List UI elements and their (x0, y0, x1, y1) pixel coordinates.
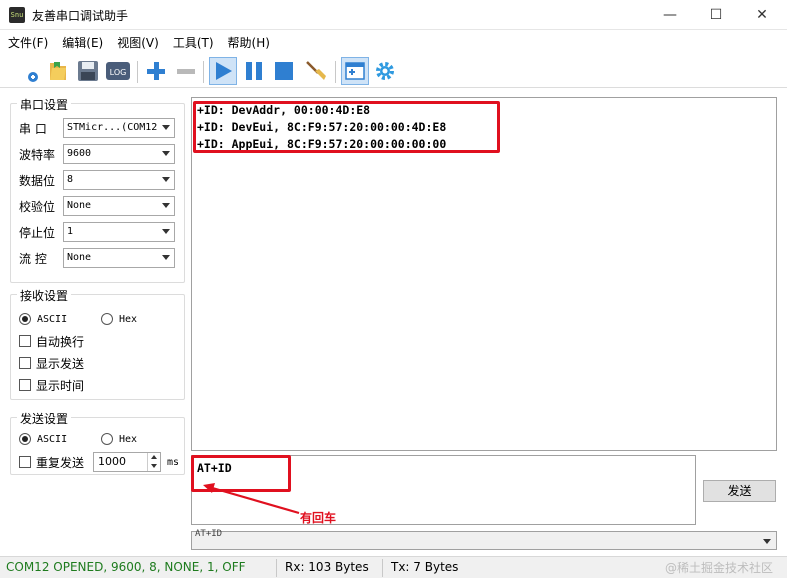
checkbox-icon (19, 456, 31, 468)
status-bar: COM12 OPENED, 9600, 8, NONE, 1, OFF Rx: … (0, 556, 787, 578)
databits-label: 数据位 (19, 173, 56, 188)
annotation-arrow-icon (203, 483, 300, 515)
add-icon[interactable] (142, 57, 170, 85)
tx-count: Tx: 7 Bytes (391, 560, 459, 574)
rx-hex-radio[interactable]: Hex (101, 309, 137, 329)
parity-select[interactable]: None (63, 196, 175, 216)
send-button[interactable]: 发送 (703, 480, 776, 502)
receive-settings-group: 接收设置 ASCII Hex 自动换行 显示发送 显示时间 (10, 287, 185, 400)
title-bar: Snu 友善串口调试助手 — ☐ ✕ (0, 0, 787, 30)
flow-label: 流 控 (19, 251, 47, 266)
stopbits-select[interactable]: 1 (63, 222, 175, 242)
menu-tools[interactable]: 工具(T) (173, 34, 214, 51)
chevron-down-icon (162, 229, 170, 234)
rx-ascii-radio[interactable]: ASCII (19, 309, 67, 329)
serial-settings-title: 串口设置 (17, 96, 72, 113)
repeat-send-checkbox[interactable]: 重复发送 (19, 452, 84, 472)
settings-panel: 串口设置 串 口 STMicr...(COM12 波特率 9600 数据位 8 … (10, 92, 186, 478)
menu-file[interactable]: 文件(F) (8, 34, 48, 51)
pause-icon[interactable] (240, 57, 268, 85)
annotation-label: 有回车 (300, 511, 337, 525)
spin-down-icon[interactable] (148, 462, 160, 471)
menu-help[interactable]: 帮助(H) (228, 34, 270, 51)
auto-wrap-checkbox[interactable]: 自动换行 (19, 331, 84, 351)
databits-select[interactable]: 8 (63, 170, 175, 190)
receive-settings-title: 接收设置 (17, 287, 72, 304)
clear-icon[interactable] (302, 57, 330, 85)
new-icon[interactable] (14, 57, 42, 85)
serial-settings-group: 串口设置 串 口 STMicr...(COM12 波特率 9600 数据位 8 … (10, 96, 185, 283)
connection-status: COM12 OPENED, 9600, 8, NONE, 1, OFF (6, 560, 246, 574)
close-button[interactable]: ✕ (739, 0, 785, 30)
baud-select[interactable]: 9600 (63, 144, 175, 164)
parity-label: 校验位 (19, 199, 56, 214)
svg-text:LOG: LOG (110, 68, 127, 77)
rx-count: Rx: 103 Bytes (285, 560, 369, 574)
baud-label: 波特率 (19, 147, 56, 162)
checkbox-icon (19, 335, 31, 347)
maximize-button[interactable]: ☐ (693, 0, 739, 30)
save-icon[interactable] (74, 57, 102, 85)
port-select[interactable]: STMicr...(COM12 (63, 118, 175, 138)
watermark: @稀土掘金技术社区 (664, 561, 773, 575)
show-send-checkbox[interactable]: 显示发送 (19, 353, 84, 373)
chevron-down-icon (162, 177, 170, 182)
play-icon[interactable] (209, 57, 237, 85)
stop-icon[interactable] (270, 57, 298, 85)
menu-view[interactable]: 视图(V) (117, 34, 159, 51)
checkbox-icon (19, 379, 31, 391)
port-label: 串 口 (19, 121, 47, 136)
app-icon: Snu (9, 7, 25, 23)
radio-selected-icon (19, 433, 31, 445)
send-settings-group: 发送设置 ASCII Hex 重复发送 1000 ms (10, 410, 185, 475)
menu-edit[interactable]: 编辑(E) (62, 34, 103, 51)
radio-selected-icon (19, 313, 31, 325)
chevron-down-icon (162, 151, 170, 156)
tx-ascii-radio[interactable]: ASCII (19, 429, 67, 449)
remove-icon[interactable] (172, 57, 200, 85)
open-icon[interactable] (44, 57, 72, 85)
interval-unit: ms (167, 456, 180, 468)
settings-icon[interactable] (371, 57, 399, 85)
window-title: 友善串口调试助手 (32, 9, 129, 23)
highlight-box (193, 101, 500, 153)
toolbar: LOG (0, 54, 787, 88)
chevron-down-icon (162, 255, 170, 260)
chevron-down-icon (763, 539, 771, 544)
interval-input[interactable]: 1000 (93, 452, 161, 472)
minimize-button[interactable]: — (647, 0, 693, 30)
spin-up-icon[interactable] (148, 453, 160, 462)
checkbox-icon (19, 357, 31, 369)
radio-icon (101, 313, 113, 325)
stopbits-label: 停止位 (19, 225, 56, 240)
log-icon[interactable]: LOG (104, 57, 132, 85)
chevron-down-icon (162, 203, 170, 208)
window-icon[interactable] (341, 57, 369, 85)
send-settings-title: 发送设置 (17, 410, 72, 427)
show-time-checkbox[interactable]: 显示时间 (19, 375, 84, 395)
tx-hex-radio[interactable]: Hex (101, 429, 137, 449)
radio-icon (101, 433, 113, 445)
receive-textarea[interactable]: +ID: DevAddr, 00:00:4D:E8 +ID: DevEui, 8… (191, 97, 777, 451)
history-select[interactable]: AT+ID (191, 529, 777, 550)
flow-select[interactable]: None (63, 248, 175, 268)
chevron-down-icon (162, 125, 170, 130)
menu-bar: 文件(F) 编辑(E) 视图(V) 工具(T) 帮助(H) (0, 31, 787, 53)
